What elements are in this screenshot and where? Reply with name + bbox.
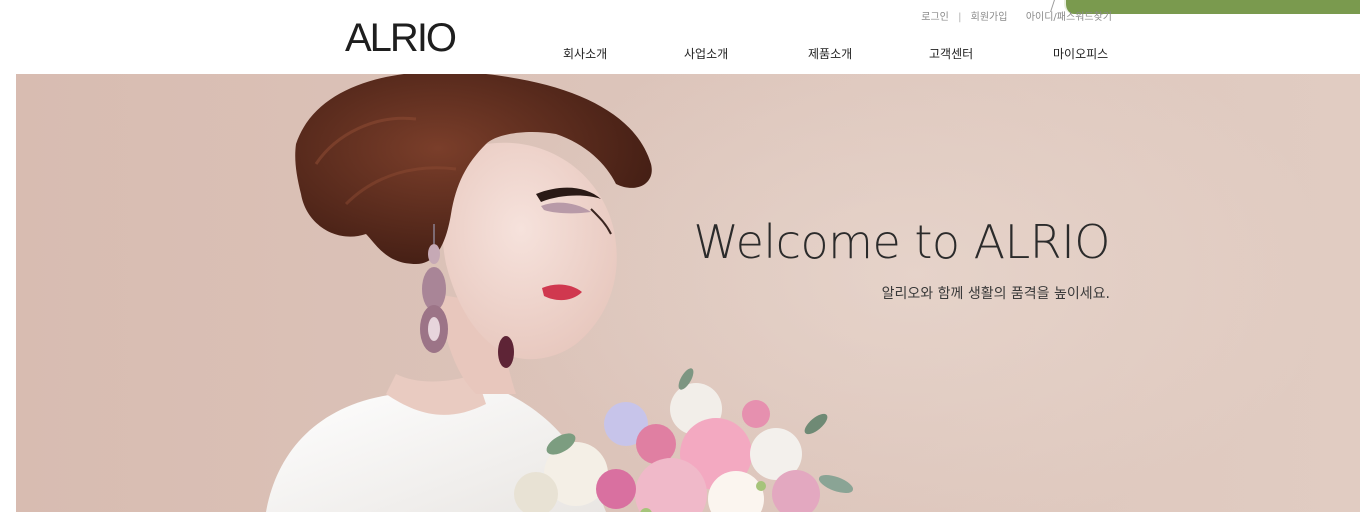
signup-link[interactable]: 회원가입: [971, 12, 1008, 23]
util-separator: |: [958, 12, 962, 23]
nav-item-company[interactable]: 회사소개: [563, 44, 607, 64]
find-account-link[interactable]: 아이디/패스워드찾기: [1026, 12, 1112, 23]
hero-title: Welcome to ALRIO: [693, 215, 1110, 269]
hero-subtitle: 알리오와 함께 생활의 품격을 높이세요.: [881, 286, 1110, 302]
nav-item-my-office[interactable]: 마이오피스: [1053, 44, 1108, 64]
hero-photo: [266, 74, 1336, 512]
nav-item-products[interactable]: 제품소개: [808, 44, 852, 64]
hero-banner: Welcome to ALRIO 알리오와 함께 생활의 품격을 높이세요.: [16, 74, 1360, 512]
nav-item-business[interactable]: 사업소개: [684, 44, 728, 64]
utility-links: 로그인 | 회원가입 아이디/패스워드찾기: [921, 11, 1112, 25]
main-nav: 회사소개 사업소개 제품소개 고객센터 마이오피스: [0, 44, 1360, 72]
nav-item-support[interactable]: 고객센터: [929, 44, 973, 64]
login-link[interactable]: 로그인: [921, 12, 949, 23]
site-header: ALRIO 로그인 | 회원가입 아이디/패스워드찾기 회사소개 사업소개 제품…: [0, 0, 1360, 74]
